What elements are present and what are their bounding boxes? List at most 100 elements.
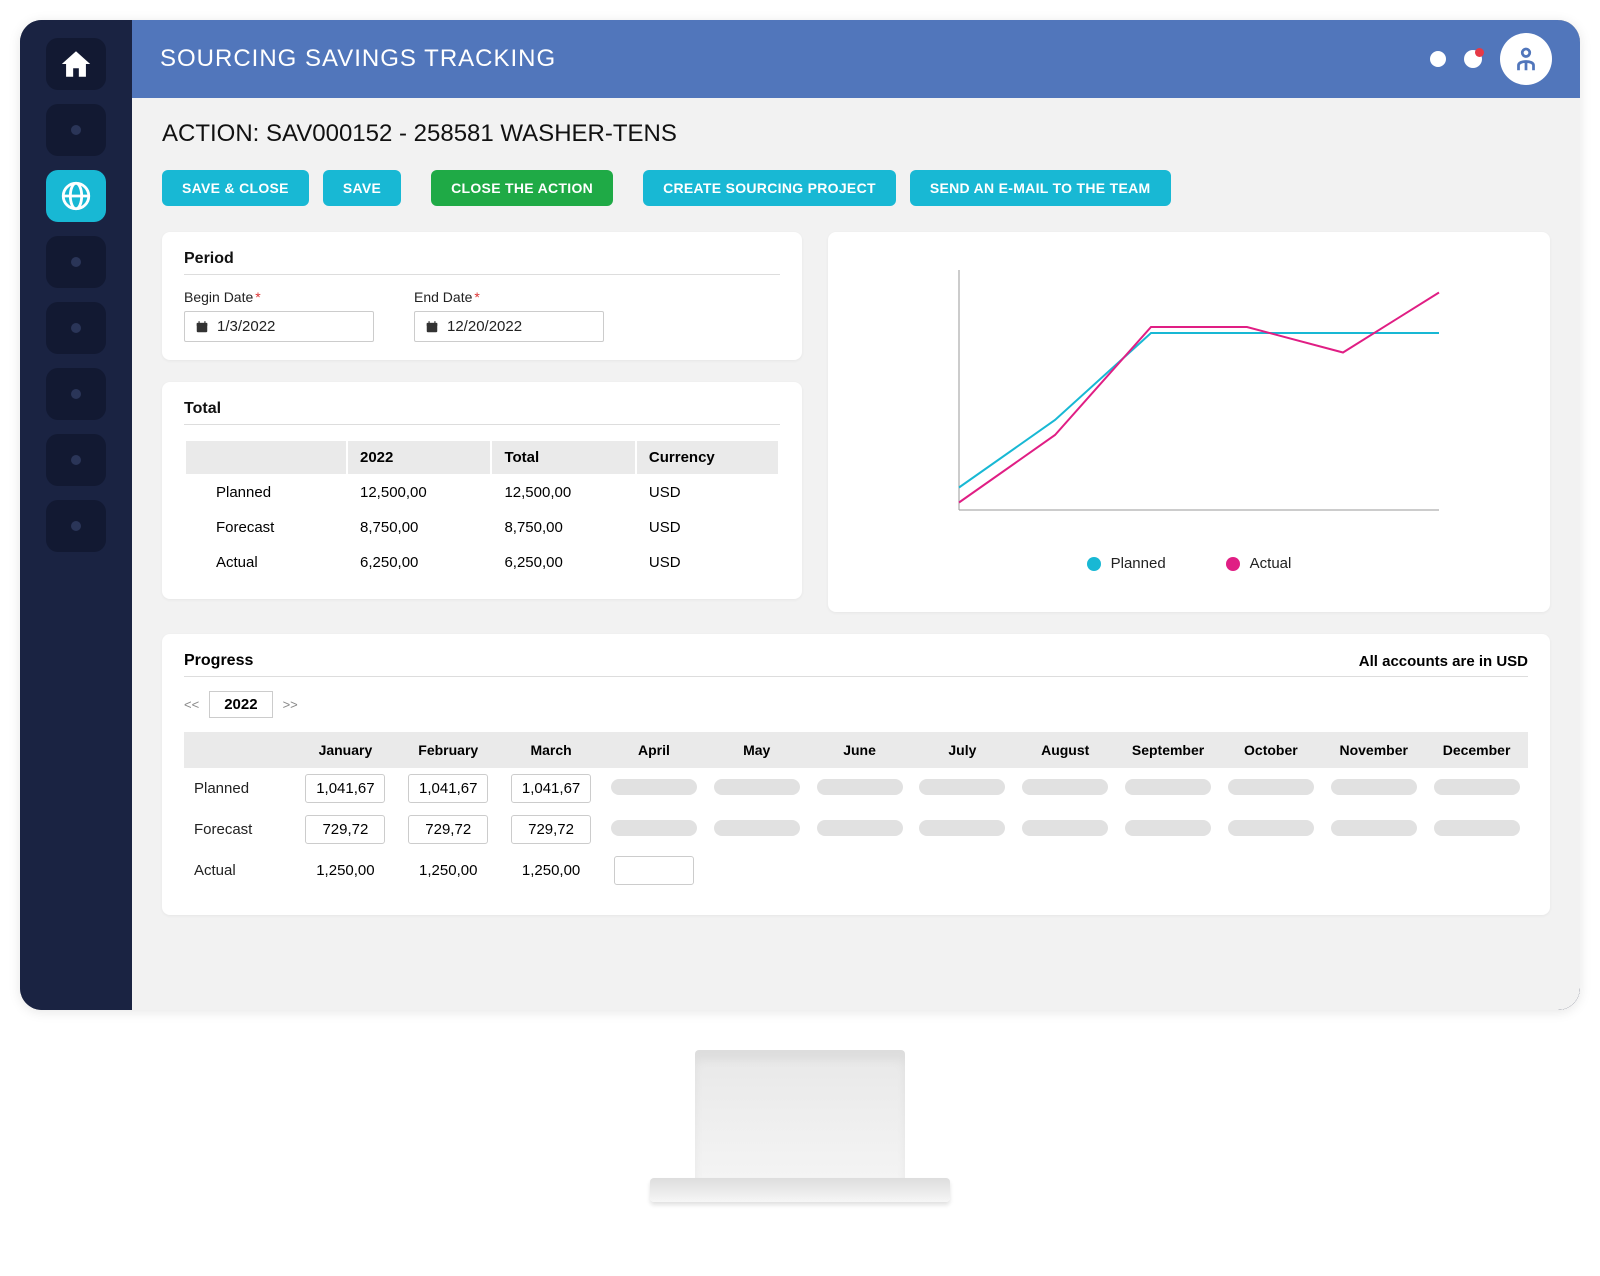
placeholder-cell [611,779,697,795]
nav-sourcing[interactable] [46,170,106,222]
table-row: Actual1,250,001,250,001,250,00 [184,850,1528,891]
month-header: July [911,732,1014,768]
value-input[interactable]: 729,72 [511,815,591,844]
placeholder-cell [1125,820,1211,836]
home-icon [59,47,93,81]
placeholder-cell [1434,779,1520,795]
main-area: SOURCING SAVINGS TRACKING ACTION: SAV000… [132,20,1580,1010]
legend-actual: Actual [1226,555,1292,572]
placeholder-cell [1022,820,1108,836]
person-icon [1511,44,1541,74]
begin-date-input[interactable]: 1/3/2022 [184,311,374,342]
year-value: 2022 [209,691,272,718]
action-buttons: SAVE & CLOSE SAVE CLOSE THE ACTION CREAT… [162,170,1550,206]
year-nav: << 2022 >> [184,691,1528,718]
save-close-button[interactable]: SAVE & CLOSE [162,170,309,206]
th-total: Total [492,441,634,474]
placeholder-cell [1022,779,1108,795]
table-row: Forecast8,750,008,750,00USD [186,511,778,544]
dot-icon [71,521,81,531]
value-input[interactable]: 729,72 [305,815,385,844]
savings-chart [850,250,1528,540]
placeholder-cell [714,779,800,795]
status-indicator-1[interactable] [1430,51,1446,67]
th-currency: Currency [637,441,778,474]
total-card: Total 2022 Total Currency [162,382,802,599]
monitor-stand [20,1050,1580,1202]
page-body: ACTION: SAV000152 - 258581 WASHER-TENS S… [132,98,1580,1010]
table-row: Actual6,250,006,250,00USD [186,546,778,579]
nav-item-1[interactable] [46,104,106,156]
page-heading: ACTION: SAV000152 - 258581 WASHER-TENS [162,120,1550,148]
value-input[interactable] [614,856,694,885]
placeholder-cell [1331,820,1417,836]
period-card: Period Begin Date* 1/3/2022 [162,232,802,360]
nav-item-3[interactable] [46,236,106,288]
legend-dot-planned [1087,557,1101,571]
nav-item-7[interactable] [46,500,106,552]
period-title: Period [184,250,780,268]
placeholder-cell [919,820,1005,836]
month-header: April [602,732,705,768]
begin-date-value: 1/3/2022 [217,318,275,335]
month-header: January [294,732,397,768]
placeholder-cell [817,820,903,836]
value-input[interactable]: 729,72 [408,815,488,844]
progress-card: Progress All accounts are in USD << 2022… [162,634,1550,915]
sidebar [20,20,132,1010]
app-title: SOURCING SAVINGS TRACKING [160,45,1430,73]
save-button[interactable]: SAVE [323,170,401,206]
nav-item-4[interactable] [46,302,106,354]
dot-icon [71,125,81,135]
year-prev[interactable]: << [184,697,199,712]
globe-icon [59,179,93,213]
table-row: Forecast729,72729,72729,72 [184,809,1528,850]
legend-dot-actual [1226,557,1240,571]
placeholder-cell [1434,820,1520,836]
month-header: September [1117,732,1220,768]
topbar: SOURCING SAVINGS TRACKING [132,20,1580,98]
nav-item-6[interactable] [46,434,106,486]
table-row: Planned1,041,671,041,671,041,67 [184,768,1528,809]
send-email-button[interactable]: SEND AN E-MAIL TO THE TEAM [910,170,1171,206]
month-header: May [705,732,808,768]
calendar-icon [195,320,209,334]
value-input[interactable]: 1,041,67 [408,774,488,803]
progress-table: JanuaryFebruaryMarchAprilMayJuneJulyAugu… [184,732,1528,891]
chart-legend: Planned Actual [850,555,1528,572]
end-date-label: End Date* [414,289,604,305]
placeholder-cell [1228,820,1314,836]
placeholder-cell [1228,779,1314,795]
month-header: August [1014,732,1117,768]
dot-icon [71,389,81,399]
value-input[interactable]: 1,041,67 [305,774,385,803]
nav-item-5[interactable] [46,368,106,420]
month-header: November [1322,732,1425,768]
placeholder-cell [714,820,800,836]
create-project-button[interactable]: CREATE SOURCING PROJECT [643,170,896,206]
accounts-note: All accounts are in USD [1359,653,1528,670]
th-year: 2022 [348,441,490,474]
table-row: Planned12,500,0012,500,00USD [186,476,778,509]
month-header: October [1219,732,1322,768]
end-date-value: 12/20/2022 [447,318,522,335]
notifications-icon[interactable] [1464,50,1482,68]
user-avatar[interactable] [1500,33,1552,85]
total-table: 2022 Total Currency Planned12,500,0012,5… [184,439,780,581]
nav-home[interactable] [46,38,106,90]
total-title: Total [184,400,780,418]
value-input[interactable]: 1,041,67 [511,774,591,803]
placeholder-cell [817,779,903,795]
dot-icon [71,323,81,333]
chart-card: Planned Actual [828,232,1550,612]
dot-icon [71,455,81,465]
calendar-icon [425,320,439,334]
month-header: December [1425,732,1528,768]
placeholder-cell [611,820,697,836]
placeholder-cell [1331,779,1417,795]
end-date-input[interactable]: 12/20/2022 [414,311,604,342]
close-action-button[interactable]: CLOSE THE ACTION [431,170,613,206]
dot-icon [71,257,81,267]
month-header: June [808,732,911,768]
year-next[interactable]: >> [283,697,298,712]
